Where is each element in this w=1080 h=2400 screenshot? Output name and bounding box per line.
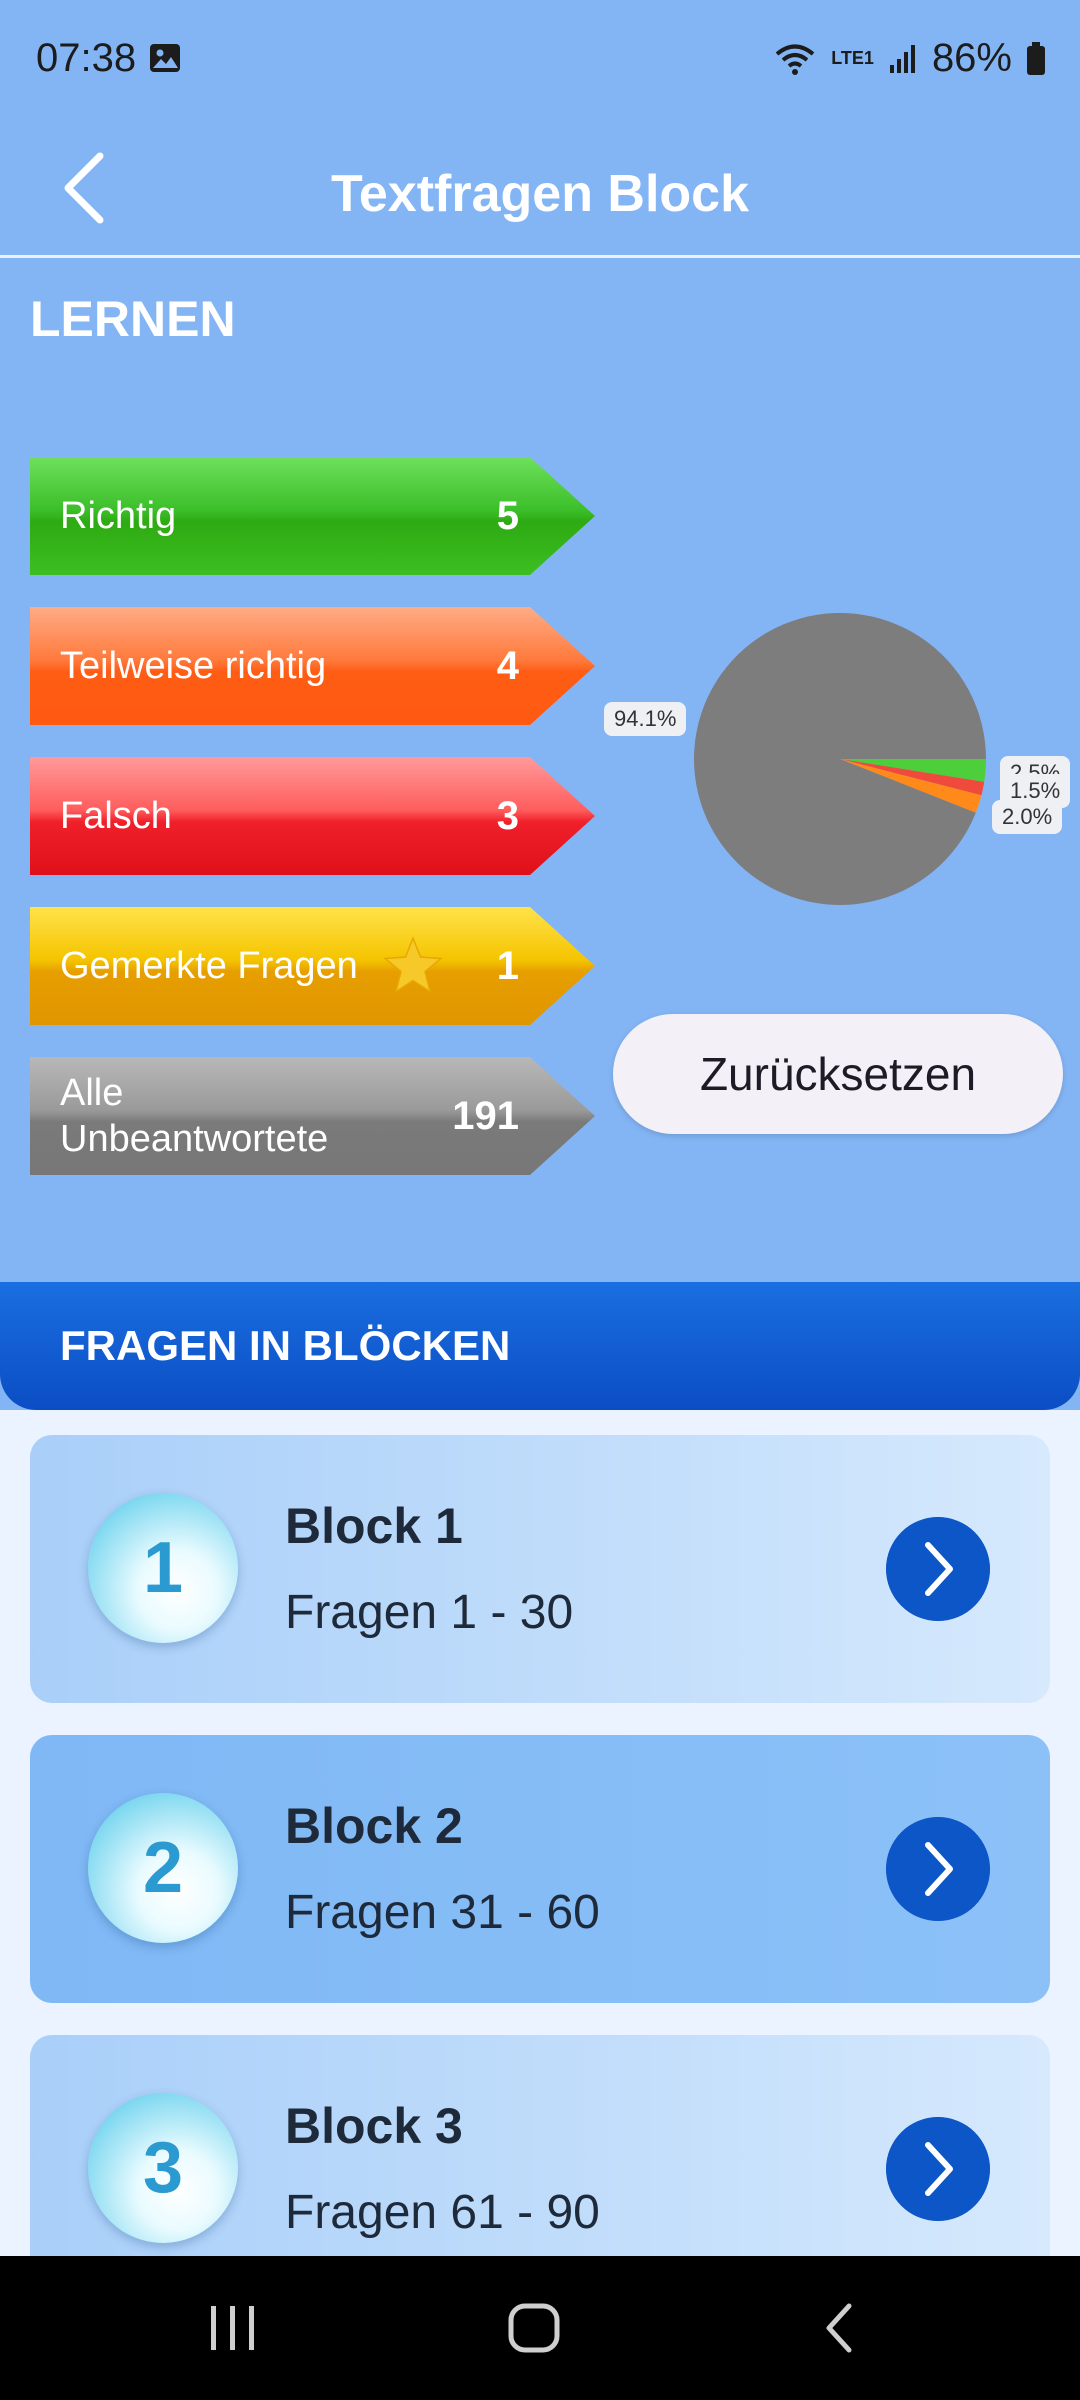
header-divider: [0, 255, 1080, 258]
signal-icon: [889, 44, 915, 73]
star-icon: [383, 935, 443, 994]
recent-apps-icon[interactable]: [205, 2298, 261, 2358]
reset-button[interactable]: Zurücksetzen: [613, 1014, 1063, 1134]
block-number: 1: [142, 1528, 184, 1608]
gemerkte-fragen-button[interactable]: Gemerkte Fragen 1: [30, 907, 595, 1025]
block-card-3[interactable]: 3 Block 3 Fragen 61 - 90: [30, 2035, 1050, 2256]
falsch-count: 3: [496, 793, 519, 838]
alle-unbeantwortete-button[interactable]: Alle Unbeantwortete 191: [30, 1057, 595, 1175]
richtig-button[interactable]: Richtig 5: [30, 457, 595, 575]
block-number: 2: [142, 1828, 184, 1908]
teilweise-richtig-count: 4: [496, 643, 519, 688]
lernen-section-title: LERNEN: [30, 291, 236, 347]
alle-unbeantwortete-line2: Unbeantwortete: [60, 1118, 329, 1160]
back-nav-icon[interactable]: [815, 2298, 865, 2358]
block-subtitle: Fragen 1 - 30: [285, 1586, 574, 1639]
block-number: 3: [142, 2128, 184, 2208]
block-title: Block 2: [285, 1798, 463, 1854]
gallery-notification-icon: [150, 44, 180, 72]
teilweise-richtig-label: Teilweise richtig: [60, 645, 327, 687]
block-number-badge: 3: [88, 2093, 238, 2243]
gemerkte-fragen-count: 1: [496, 943, 519, 988]
page-title: Textfragen Block: [330, 165, 750, 223]
richtig-count: 5: [496, 493, 519, 538]
block-number-badge: 2: [88, 1793, 238, 1943]
status-bar: 07:38 LTE1 86%: [0, 0, 1080, 120]
falsch-button[interactable]: Falsch 3: [30, 757, 595, 875]
alle-unbeantwortete-line1: Alle: [60, 1072, 124, 1114]
blocks-section-title: FRAGEN IN BLÖCKEN: [60, 1322, 511, 1369]
battery-percent: 86%: [931, 36, 1012, 80]
app-header: Textfragen Block: [0, 120, 1080, 256]
chevron-right-icon[interactable]: [886, 1817, 990, 1921]
block-subtitle: Fragen 31 - 60: [285, 1886, 600, 1939]
block-title: Block 1: [285, 1498, 463, 1554]
home-icon[interactable]: [505, 2298, 565, 2358]
alle-unbeantwortete-count: 191: [452, 1093, 519, 1138]
blocks-list: 1 Block 1 Fragen 1 - 30 2 Block 2 Fragen…: [0, 1410, 1080, 2256]
block-number-badge: 1: [88, 1493, 238, 1643]
block-card-2[interactable]: 2 Block 2 Fragen 31 - 60: [30, 1735, 1050, 2003]
battery-icon: [1027, 41, 1045, 75]
teilweise-richtig-button[interactable]: Teilweise richtig 4: [30, 607, 595, 725]
block-subtitle: Fragen 61 - 90: [285, 2186, 600, 2239]
network-type-label: LTE1: [831, 48, 874, 68]
block-card-1[interactable]: 1 Block 1 Fragen 1 - 30: [30, 1435, 1050, 1703]
alle-unbeantwortete-label: Alle Unbeantwortete: [60, 1057, 328, 1175]
blocks-section-header: FRAGEN IN BLÖCKEN: [0, 1282, 1080, 1410]
gemerkte-fragen-label: Gemerkte Fragen: [60, 945, 358, 987]
block-title: Block 3: [285, 2098, 463, 2154]
status-time: 07:38: [36, 36, 137, 80]
chevron-right-icon[interactable]: [886, 2117, 990, 2221]
wifi-icon: [775, 44, 815, 75]
status-right: LTE1 86%: [773, 36, 1046, 81]
richtig-label: Richtig: [60, 495, 177, 537]
falsch-label: Falsch: [60, 795, 172, 837]
progress-pie-chart: 94.1% 2.5% 1.5% 2.0%: [600, 600, 1080, 920]
pie-label-0: 94.1%: [604, 702, 687, 736]
chevron-right-icon[interactable]: [886, 1517, 990, 1621]
system-nav-bar: [0, 2256, 1080, 2400]
pie-label-3: 2.0%: [992, 800, 1063, 834]
